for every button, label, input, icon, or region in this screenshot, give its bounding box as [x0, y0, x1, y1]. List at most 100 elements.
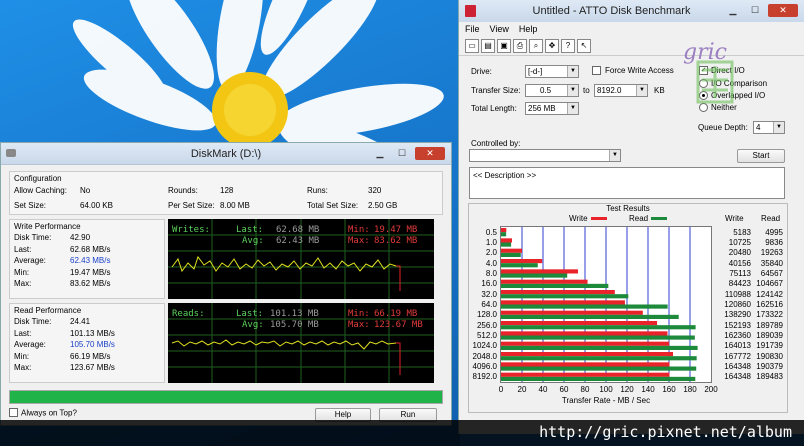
print-preview-icon[interactable]: ⌕ — [529, 39, 543, 53]
reads-avg-label: Avg: — [242, 320, 264, 330]
atto-title-bar[interactable]: Untitled - ATTO Disk Benchmark ▁ ☐ ✕ — [459, 0, 804, 22]
transfer-size-row-label: 32.0 — [481, 289, 497, 299]
atto-title: Untitled - ATTO Disk Benchmark — [532, 5, 691, 17]
read-value: 190830 — [756, 351, 783, 361]
write-value: 164013 — [724, 341, 751, 351]
always-on-top-label: Always on Top? — [21, 408, 77, 418]
menu-view[interactable]: View — [490, 22, 509, 36]
read-average-label: Average: — [14, 340, 46, 349]
results-bar-chart — [501, 227, 698, 382]
atto-minimize-icon[interactable]: ▁ — [724, 4, 742, 17]
write-average-label: Average: — [14, 256, 46, 265]
read-value: 35840 — [760, 258, 783, 268]
reads-min-value: 66.19 MB — [374, 309, 418, 319]
read-min-value: 66.19 MB/s — [70, 351, 111, 361]
write-bar-1.0 — [501, 238, 512, 243]
x-tick-label: 40 — [538, 385, 548, 394]
move-icon[interactable]: ✥ — [545, 39, 559, 53]
menu-bar: File View Help — [459, 22, 804, 36]
writes-last-label: Last: — [236, 225, 264, 235]
writes-min-label: Min: — [348, 225, 370, 235]
runs-value: 320 — [368, 186, 382, 195]
read-value: 189483 — [756, 372, 783, 382]
legend-write-label: Write — [569, 214, 588, 223]
about-icon[interactable]: ? — [561, 39, 575, 53]
always-on-top-checkbox[interactable] — [9, 408, 18, 418]
context-help-icon[interactable]: ↖ — [577, 39, 591, 53]
save-icon[interactable]: ▣ — [497, 39, 511, 53]
read-average-value: 105.70 MB/s — [70, 340, 115, 349]
controlled-by-select[interactable]: ▼ — [469, 149, 621, 162]
start-button[interactable]: Start — [737, 149, 785, 163]
x-tick-label: 0 — [498, 385, 504, 394]
write-bar-2.0 — [501, 248, 522, 253]
chevron-down-icon: ▼ — [567, 85, 578, 96]
transfer-size-row-label: 0.5 — [485, 227, 497, 237]
maximize-icon[interactable]: ☐ — [393, 147, 411, 160]
transfer-size-from-select[interactable]: 0.5 ▼ — [525, 84, 579, 97]
writes-min-value: 19.47 MB — [374, 225, 418, 235]
write-min-value: 19.47 MB/s — [70, 267, 111, 277]
set-size-value: 64.00 KB — [80, 201, 113, 210]
transfer-size-row-label: 8192.0 — [472, 372, 497, 382]
new-icon[interactable]: ▭ — [465, 39, 479, 53]
force-write-access-label: Force Write Access — [605, 66, 674, 75]
write-bar-8192.0 — [501, 372, 670, 377]
close-icon[interactable]: ✕ — [415, 147, 445, 160]
transfer-size-from-value: 0.5 — [540, 86, 552, 95]
total-set-size-label: Total Set Size: — [307, 201, 359, 210]
write-bar-0.5 — [501, 228, 507, 233]
menu-file[interactable]: File — [465, 22, 480, 36]
write-value: 152193 — [724, 320, 751, 330]
write-value: 75113 — [729, 269, 751, 278]
print-icon[interactable]: ⎙ — [513, 39, 527, 53]
write-bar-16.0 — [501, 279, 588, 284]
x-tick-label: 80 — [580, 385, 590, 394]
read-bar-1.0 — [501, 242, 512, 247]
read-bar-8192.0 — [501, 376, 696, 381]
legend-read-swatch — [651, 217, 668, 221]
atto-maximize-icon[interactable]: ☐ — [746, 4, 764, 17]
write-bar-32.0 — [501, 290, 615, 295]
queue-depth-value: 4 — [756, 123, 761, 132]
write-bar-2048.0 — [501, 352, 674, 357]
writes-avg-label: Avg: — [242, 236, 264, 246]
writes-graph-label: Writes: — [172, 225, 210, 235]
transfer-size-row-label: 256.0 — [476, 320, 497, 330]
progress-fill — [10, 391, 442, 403]
watermark-text: gric — [683, 40, 727, 65]
transfer-size-to-select[interactable]: 8192.0 ▼ — [594, 84, 648, 97]
total-length-select[interactable]: 256 MB ▼ — [525, 102, 579, 115]
per-set-size-label: Per Set Size: — [168, 201, 215, 210]
write-value: 164348 — [724, 372, 751, 382]
description-textbox[interactable]: << Description >> — [469, 167, 785, 199]
read-value: 104667 — [756, 279, 783, 289]
write-value: 40156 — [728, 258, 751, 268]
transfer-size-row-label: 1.0 — [485, 238, 497, 247]
chevron-down-icon: ▼ — [773, 122, 784, 133]
write-bar-256.0 — [501, 321, 658, 326]
configuration-title: Configuration — [14, 174, 62, 183]
watermark-url: http://gric.pixnet.net/album — [539, 423, 792, 441]
diskmark-title-bar[interactable]: DiskMark (D:\) ▁ ☐ ✕ — [1, 143, 451, 165]
write-value: 84423 — [728, 279, 751, 289]
read-bar-4.0 — [501, 263, 538, 268]
atto-close-icon[interactable]: ✕ — [768, 4, 798, 17]
transfer-size-row-label: 128.0 — [476, 310, 497, 320]
allow-caching-value: No — [80, 186, 91, 195]
results-plot-area — [500, 226, 712, 383]
drive-select[interactable]: [-d-] ▼ — [525, 65, 579, 78]
read-bar-2048.0 — [501, 356, 697, 361]
write-last-label: Last: — [14, 244, 32, 254]
read-graph: Reads: Last: 101.13 MB Avg: 105.70 MB Mi… — [168, 303, 434, 383]
queue-depth-select[interactable]: 4 ▼ — [753, 121, 785, 134]
force-write-access-checkbox[interactable] — [592, 66, 601, 75]
transfer-size-row-label: 1024.0 — [472, 341, 497, 351]
test-results-title: Test Results — [606, 204, 650, 213]
open-icon[interactable]: ▤ — [481, 39, 495, 53]
minimize-icon[interactable]: ▁ — [371, 147, 389, 160]
total-length-label: Total Length: — [471, 104, 517, 113]
description-text: << Description >> — [473, 171, 537, 180]
menu-help[interactable]: Help — [519, 22, 538, 36]
transfer-size-row-label: 2.0 — [485, 248, 497, 258]
